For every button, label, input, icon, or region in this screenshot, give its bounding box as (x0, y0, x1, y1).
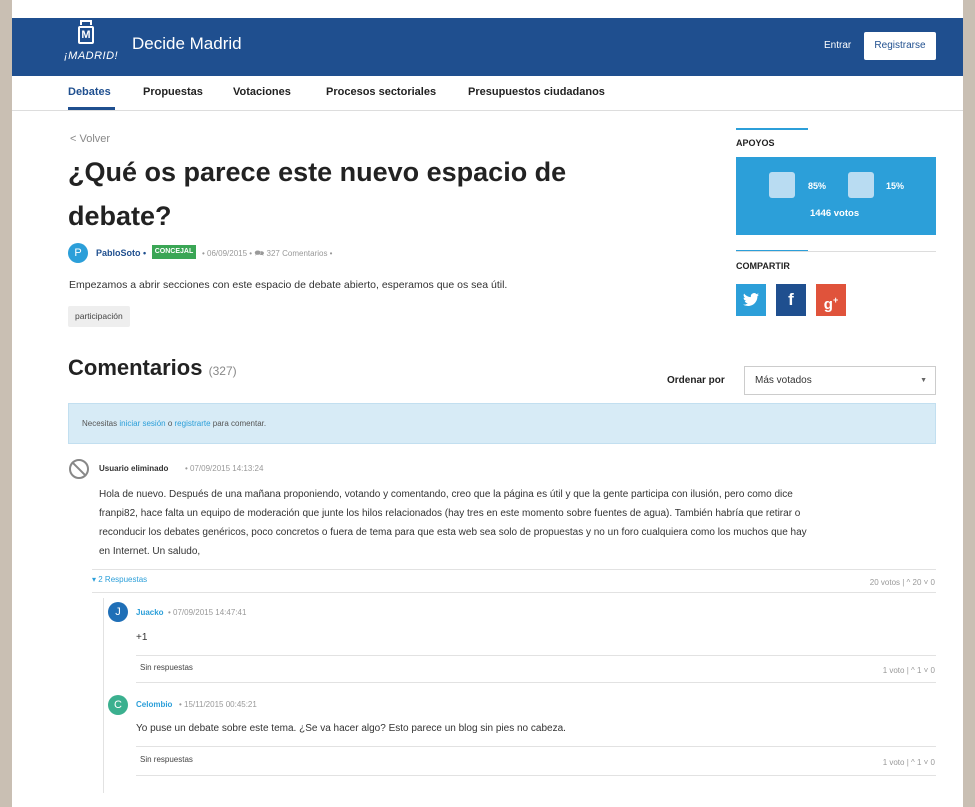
share-rule (736, 251, 936, 252)
reply-votes[interactable]: 1 voto | ^ 1 ˅ 0 (883, 758, 935, 767)
nav-item-presupuestos-ciudadanos[interactable]: Presupuestos ciudadanos (468, 86, 605, 98)
thumbs-up-icon[interactable] (769, 172, 795, 198)
reply-text: +1 (136, 632, 148, 643)
comment-votes[interactable]: 20 votos | ^ 20 ˅ 0 (870, 578, 935, 587)
reply-divider-bottom (136, 775, 936, 776)
no-replies-label: Sin respuestas (140, 663, 193, 672)
google-plus-icon[interactable]: g+ (816, 284, 846, 316)
debate-body: Empezamos a abrir secciones con este esp… (69, 279, 508, 291)
notice-text-prefix: Necesitas (82, 419, 120, 428)
thumbs-down-icon[interactable] (848, 172, 874, 198)
in-favor-percent: 85% (808, 181, 827, 191)
against-percent: 15% (886, 181, 905, 191)
facebook-icon[interactable]: f (776, 284, 806, 316)
reply-avatar[interactable]: J (108, 602, 128, 622)
share-heading: COMPARTIR (736, 261, 790, 271)
reply-divider (136, 655, 936, 656)
replies-thread-line (103, 598, 104, 793)
replies-toggle-label: 2 Respuestas (98, 575, 148, 584)
order-label: Ordenar por (667, 375, 725, 386)
tag-participacion[interactable]: participación (68, 306, 130, 327)
reply-text: Yo puse un debate sobre este tema. ¿Se v… (136, 723, 566, 734)
login-link-notice[interactable]: iniciar sesión (119, 419, 165, 428)
reply-date: • 15/11/2015 00:45:21 (179, 700, 257, 709)
comment-date: • 07/09/2015 14:13:24 (185, 464, 264, 473)
notice-text-middle: o (165, 419, 175, 428)
order-select-value: Más votados (755, 375, 812, 386)
active-tab-indicator (68, 107, 115, 110)
supports-box: 85% 15% 1446 votos (736, 157, 936, 235)
madrid-logo[interactable]: M ¡MADRID! (64, 20, 122, 68)
reply-user[interactable]: Celombio (136, 700, 172, 709)
comments-heading-label: Comentarios (68, 355, 203, 380)
login-link[interactable]: Entrar (824, 40, 851, 51)
register-button[interactable]: Registrarse (864, 32, 936, 60)
site-header: M ¡MADRID! Decide Madrid Entrar Registra… (12, 18, 963, 76)
debate-meta: • 06/09/2015 • 🗪 327 Comentarios • (202, 249, 333, 258)
official-badge: CONCEJAL (152, 245, 196, 259)
chevron-down-icon: ▼ (920, 377, 927, 384)
comment-divider (92, 569, 936, 570)
crest-icon: M (78, 26, 94, 44)
reply-user[interactable]: Juacko (136, 608, 164, 617)
reply-divider-bottom (136, 682, 936, 683)
comment-line-2: franpi82, hace falta un equipo de modera… (99, 508, 801, 519)
comments-icon: 🗪 (254, 249, 265, 258)
notice-text-suffix: para comentar. (210, 419, 267, 428)
no-replies-label: Sin respuestas (140, 755, 193, 764)
page: M ¡MADRID! Decide Madrid Entrar Registra… (12, 0, 963, 807)
reply-divider (136, 746, 936, 747)
total-votes: 1446 votos (810, 208, 860, 219)
site-title[interactable]: Decide Madrid (132, 34, 242, 54)
reply-date: • 07/09/2015 14:47:41 (168, 608, 247, 617)
supports-heading: APOYOS (736, 138, 775, 148)
nav-item-procesos-sectoriales[interactable]: Procesos sectoriales (326, 86, 436, 98)
comments-count-link[interactable]: 327 Comentarios (267, 249, 328, 258)
reply-votes[interactable]: 1 voto | ^ 1 ˅ 0 (883, 666, 935, 675)
comment-divider-bottom (92, 592, 936, 593)
main-nav: Debates Propuestas Votaciones Procesos s… (12, 76, 963, 111)
comment-user: Usuario eliminado (99, 464, 169, 473)
back-link[interactable]: < Volver (70, 133, 110, 145)
author-name[interactable]: PabloSoto • (96, 248, 146, 258)
author-avatar[interactable]: P (68, 243, 88, 263)
nav-item-propuestas[interactable]: Propuestas (143, 86, 203, 98)
order-select[interactable]: Más votados ▼ (744, 366, 936, 395)
supports-accent-line (736, 128, 808, 130)
twitter-icon[interactable] (736, 284, 766, 316)
logo-text: ¡MADRID! (64, 50, 119, 62)
login-notice: Necesitas iniciar sesión o registrarte p… (68, 403, 936, 444)
comments-heading-count: (327) (208, 364, 237, 378)
debate-date: 06/09/2015 (207, 249, 248, 258)
comment-line-1: Hola de nuevo. Después de una mañana pro… (99, 489, 793, 500)
debate-title: ¿Qué os parece este nuevo espacio de deb… (68, 157, 567, 231)
comments-heading: Comentarios (327) (68, 355, 237, 381)
replies-toggle[interactable]: ▾ 2 Respuestas (92, 575, 147, 584)
nav-item-debates[interactable]: Debates (68, 86, 111, 98)
comment-line-4: en Internet. Un saludo, (99, 546, 201, 557)
register-link-notice[interactable]: registrarte (175, 419, 211, 428)
nav-item-votaciones[interactable]: Votaciones (233, 86, 291, 98)
reply-avatar[interactable]: C (108, 695, 128, 715)
comment-line-3: reconducir los debates genéricos, poco c… (99, 527, 807, 538)
deleted-user-icon (69, 459, 89, 479)
